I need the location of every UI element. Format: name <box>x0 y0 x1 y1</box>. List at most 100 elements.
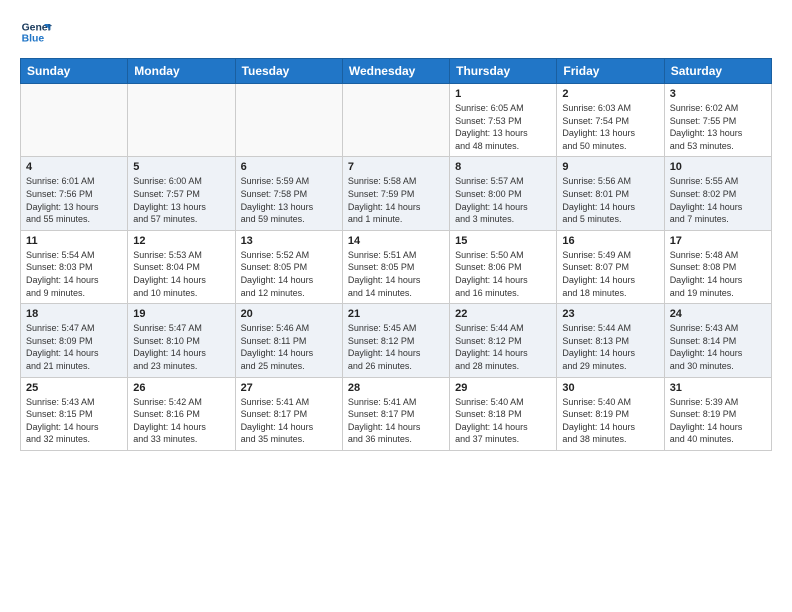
day-info: Sunrise: 6:02 AMSunset: 7:55 PMDaylight:… <box>670 102 766 152</box>
day-number: 13 <box>241 235 337 247</box>
calendar-cell: 29 Sunrise: 5:40 AMSunset: 8:18 PMDayligh… <box>450 377 557 450</box>
logo-icon: General Blue <box>20 16 52 48</box>
day-number: 10 <box>670 161 766 173</box>
day-info: Sunrise: 6:00 AMSunset: 7:57 PMDaylight:… <box>133 175 229 225</box>
day-number: 29 <box>455 382 551 394</box>
calendar-cell <box>21 84 128 157</box>
weekday-header-monday: Monday <box>128 59 235 84</box>
day-number: 6 <box>241 161 337 173</box>
day-info: Sunrise: 6:01 AMSunset: 7:56 PMDaylight:… <box>26 175 122 225</box>
day-info: Sunrise: 5:58 AMSunset: 7:59 PMDaylight:… <box>348 175 444 225</box>
day-info: Sunrise: 5:52 AMSunset: 8:05 PMDaylight:… <box>241 249 337 299</box>
day-info: Sunrise: 5:45 AMSunset: 8:12 PMDaylight:… <box>348 322 444 372</box>
day-info: Sunrise: 5:42 AMSunset: 8:16 PMDaylight:… <box>133 396 229 446</box>
day-number: 17 <box>670 235 766 247</box>
weekday-header-sunday: Sunday <box>21 59 128 84</box>
day-number: 1 <box>455 88 551 100</box>
day-info: Sunrise: 5:44 AMSunset: 8:13 PMDaylight:… <box>562 322 658 372</box>
day-info: Sunrise: 5:39 AMSunset: 8:19 PMDaylight:… <box>670 396 766 446</box>
calendar-cell: 23 Sunrise: 5:44 AMSunset: 8:13 PMDayligh… <box>557 304 664 377</box>
day-info: Sunrise: 5:53 AMSunset: 8:04 PMDaylight:… <box>133 249 229 299</box>
day-info: Sunrise: 5:47 AMSunset: 8:10 PMDaylight:… <box>133 322 229 372</box>
day-info: Sunrise: 5:57 AMSunset: 8:00 PMDaylight:… <box>455 175 551 225</box>
day-info: Sunrise: 5:46 AMSunset: 8:11 PMDaylight:… <box>241 322 337 372</box>
weekday-header-row: SundayMondayTuesdayWednesdayThursdayFrid… <box>21 59 772 84</box>
day-info: Sunrise: 5:44 AMSunset: 8:12 PMDaylight:… <box>455 322 551 372</box>
day-number: 30 <box>562 382 658 394</box>
page: General Blue SundayMondayTuesdayWednesda… <box>0 0 792 467</box>
logo: General Blue <box>20 16 52 48</box>
day-number: 26 <box>133 382 229 394</box>
day-number: 2 <box>562 88 658 100</box>
calendar-cell <box>235 84 342 157</box>
day-info: Sunrise: 5:51 AMSunset: 8:05 PMDaylight:… <box>348 249 444 299</box>
day-number: 12 <box>133 235 229 247</box>
weekday-header-saturday: Saturday <box>664 59 771 84</box>
calendar-table: SundayMondayTuesdayWednesdayThursdayFrid… <box>20 58 772 451</box>
day-number: 3 <box>670 88 766 100</box>
day-info: Sunrise: 5:56 AMSunset: 8:01 PMDaylight:… <box>562 175 658 225</box>
day-number: 31 <box>670 382 766 394</box>
day-number: 5 <box>133 161 229 173</box>
calendar-cell: 18Sunrise: 5:47 AMSunset: 8:09 PMDayligh… <box>21 304 128 377</box>
day-info: Sunrise: 5:40 AMSunset: 8:19 PMDaylight:… <box>562 396 658 446</box>
day-info: Sunrise: 5:55 AMSunset: 8:02 PMDaylight:… <box>670 175 766 225</box>
calendar-cell: 8 Sunrise: 5:57 AMSunset: 8:00 PMDaylight… <box>450 157 557 230</box>
day-number: 19 <box>133 308 229 320</box>
day-number: 7 <box>348 161 444 173</box>
day-info: Sunrise: 5:43 AMSunset: 8:14 PMDaylight:… <box>670 322 766 372</box>
calendar-cell: 27 Sunrise: 5:41 AMSunset: 8:17 PMDayligh… <box>235 377 342 450</box>
day-number: 4 <box>26 161 122 173</box>
calendar-week-3: 11Sunrise: 5:54 AMSunset: 8:03 PMDayligh… <box>21 230 772 303</box>
day-info: Sunrise: 5:54 AMSunset: 8:03 PMDaylight:… <box>26 249 122 299</box>
calendar-cell: 14 Sunrise: 5:51 AMSunset: 8:05 PMDayligh… <box>342 230 449 303</box>
calendar-cell: 17 Sunrise: 5:48 AMSunset: 8:08 PMDayligh… <box>664 230 771 303</box>
calendar-cell: 16Sunrise: 5:49 AMSunset: 8:07 PMDayligh… <box>557 230 664 303</box>
calendar-cell: 1 Sunrise: 6:05 AMSunset: 7:53 PMDaylight… <box>450 84 557 157</box>
day-info: Sunrise: 5:47 AMSunset: 8:09 PMDaylight:… <box>26 322 122 372</box>
calendar-cell: 21 Sunrise: 5:45 AMSunset: 8:12 PMDayligh… <box>342 304 449 377</box>
day-number: 9 <box>562 161 658 173</box>
day-number: 28 <box>348 382 444 394</box>
day-info: Sunrise: 5:50 AMSunset: 8:06 PMDaylight:… <box>455 249 551 299</box>
calendar-week-4: 18Sunrise: 5:47 AMSunset: 8:09 PMDayligh… <box>21 304 772 377</box>
day-info: Sunrise: 5:41 AMSunset: 8:17 PMDaylight:… <box>348 396 444 446</box>
day-number: 16 <box>562 235 658 247</box>
day-number: 15 <box>455 235 551 247</box>
calendar-week-5: 25Sunrise: 5:43 AMSunset: 8:15 PMDayligh… <box>21 377 772 450</box>
calendar-cell: 11Sunrise: 5:54 AMSunset: 8:03 PMDayligh… <box>21 230 128 303</box>
day-number: 27 <box>241 382 337 394</box>
calendar-cell: 5 Sunrise: 6:00 AMSunset: 7:57 PMDaylight… <box>128 157 235 230</box>
day-info: Sunrise: 5:43 AMSunset: 8:15 PMDaylight:… <box>26 396 122 446</box>
day-info: Sunrise: 5:41 AMSunset: 8:17 PMDaylight:… <box>241 396 337 446</box>
day-info: Sunrise: 6:03 AMSunset: 7:54 PMDaylight:… <box>562 102 658 152</box>
day-number: 22 <box>455 308 551 320</box>
calendar-cell: 31 Sunrise: 5:39 AMSunset: 8:19 PMDayligh… <box>664 377 771 450</box>
calendar-cell: 19 Sunrise: 5:47 AMSunset: 8:10 PMDayligh… <box>128 304 235 377</box>
calendar-week-2: 4 Sunrise: 6:01 AMSunset: 7:56 PMDaylight… <box>21 157 772 230</box>
calendar-cell: 4 Sunrise: 6:01 AMSunset: 7:56 PMDaylight… <box>21 157 128 230</box>
weekday-header-thursday: Thursday <box>450 59 557 84</box>
day-number: 8 <box>455 161 551 173</box>
header: General Blue <box>20 16 772 48</box>
day-info: Sunrise: 5:48 AMSunset: 8:08 PMDaylight:… <box>670 249 766 299</box>
calendar-cell: 20Sunrise: 5:46 AMSunset: 8:11 PMDayligh… <box>235 304 342 377</box>
svg-text:Blue: Blue <box>22 34 45 45</box>
day-number: 21 <box>348 308 444 320</box>
calendar-cell: 15 Sunrise: 5:50 AMSunset: 8:06 PMDayligh… <box>450 230 557 303</box>
day-number: 14 <box>348 235 444 247</box>
calendar-cell: 28 Sunrise: 5:41 AMSunset: 8:17 PMDayligh… <box>342 377 449 450</box>
calendar-cell: 10 Sunrise: 5:55 AMSunset: 8:02 PMDayligh… <box>664 157 771 230</box>
calendar-cell <box>342 84 449 157</box>
calendar-cell: 2 Sunrise: 6:03 AMSunset: 7:54 PMDaylight… <box>557 84 664 157</box>
calendar-cell: 6Sunrise: 5:59 AMSunset: 7:58 PMDaylight… <box>235 157 342 230</box>
day-number: 23 <box>562 308 658 320</box>
calendar-cell: 12 Sunrise: 5:53 AMSunset: 8:04 PMDayligh… <box>128 230 235 303</box>
calendar-cell: 26 Sunrise: 5:42 AMSunset: 8:16 PMDayligh… <box>128 377 235 450</box>
calendar-cell: 9 Sunrise: 5:56 AMSunset: 8:01 PMDaylight… <box>557 157 664 230</box>
calendar-cell: 22 Sunrise: 5:44 AMSunset: 8:12 PMDayligh… <box>450 304 557 377</box>
weekday-header-wednesday: Wednesday <box>342 59 449 84</box>
day-info: Sunrise: 6:05 AMSunset: 7:53 PMDaylight:… <box>455 102 551 152</box>
calendar-cell: 25Sunrise: 5:43 AMSunset: 8:15 PMDayligh… <box>21 377 128 450</box>
day-info: Sunrise: 5:40 AMSunset: 8:18 PMDaylight:… <box>455 396 551 446</box>
